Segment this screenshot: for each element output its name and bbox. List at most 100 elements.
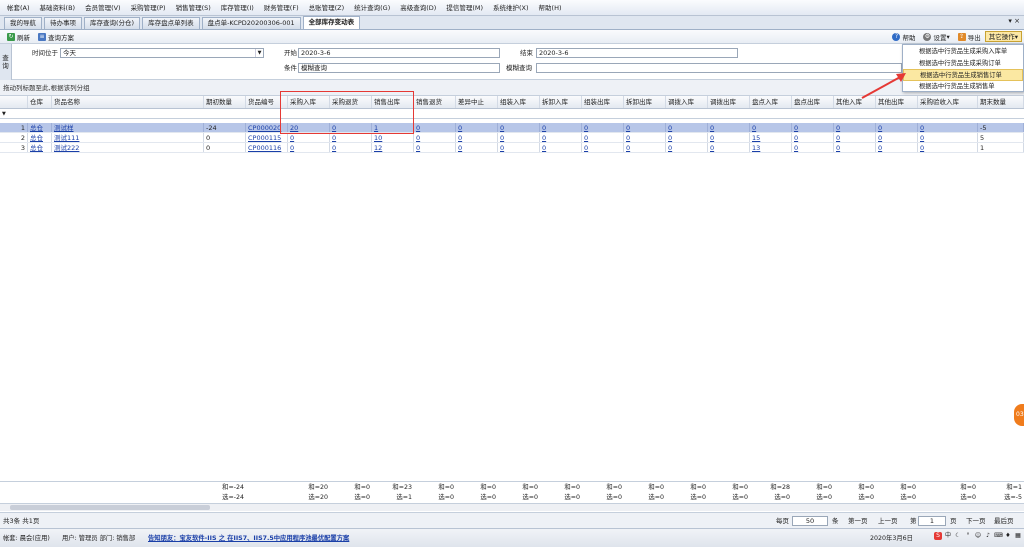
qty-link[interactable]: 0 (416, 144, 420, 152)
cell-variance[interactable]: 0 (456, 133, 498, 142)
menu-statistics[interactable]: 统计查询(G) (349, 0, 395, 16)
cell-assembly-in[interactable]: 0 (498, 133, 540, 142)
qty-link[interactable]: 0 (332, 134, 336, 142)
qty-link[interactable]: 1 (374, 124, 378, 132)
qty-link[interactable]: 0 (710, 134, 714, 142)
cell-transfer-in[interactable]: 0 (666, 133, 708, 142)
cell-stocktake-in[interactable]: 13 (750, 143, 792, 152)
scrollbar-thumb[interactable] (10, 505, 210, 510)
column-header-disassembly-out[interactable]: 拆卸出库 (624, 96, 666, 108)
warehouse-link[interactable]: 总仓 (30, 124, 43, 132)
qty-link[interactable]: 0 (626, 124, 630, 132)
cell-sales-out[interactable]: 12 (372, 143, 414, 152)
cell-purchase-check-in[interactable]: 0 (918, 123, 978, 132)
group-by-hint[interactable]: 拖动列标题至此,根据该列分组 (0, 80, 1024, 96)
column-header-closing-qty[interactable]: 期末数量 (978, 96, 1024, 108)
ime-s-icon[interactable]: S (934, 532, 942, 540)
cell-stocktake-out[interactable]: 0 (792, 143, 834, 152)
cell-disassembly-in[interactable]: 0 (540, 123, 582, 132)
table-row[interactable]: 1 总仓 测试样 -24 CP000020 20 0 1 0 0 0 0 0 0… (0, 123, 1024, 133)
qty-link[interactable]: 0 (332, 124, 336, 132)
next-page-button[interactable]: 下一页 (966, 513, 986, 529)
cell-stocktake-in[interactable]: 15 (750, 133, 792, 142)
cell-disassembly-in[interactable]: 0 (540, 133, 582, 142)
cell-item-code[interactable]: CP000115 (246, 133, 288, 142)
item-code-link[interactable]: CP000115 (248, 134, 281, 142)
qty-link[interactable]: 0 (710, 124, 714, 132)
qty-link[interactable]: 0 (542, 144, 546, 152)
qty-link[interactable]: 0 (584, 134, 588, 142)
menu-system[interactable]: 系统维护(X) (488, 0, 534, 16)
tab-todo[interactable]: 待办事项 (44, 17, 82, 29)
cell-purchase-check-in[interactable]: 0 (918, 133, 978, 142)
cell-transfer-in[interactable]: 0 (666, 123, 708, 132)
qty-link[interactable]: 0 (668, 134, 672, 142)
end-date-input[interactable]: 2020-3-6 (536, 48, 738, 58)
column-header-opening-qty[interactable]: 期初数量 (204, 96, 246, 108)
cell-stocktake-out[interactable]: 0 (792, 123, 834, 132)
qty-link[interactable]: 0 (542, 134, 546, 142)
time-range-select[interactable]: 今天 ▼ (60, 48, 264, 58)
column-header-warehouse[interactable]: 仓库 (28, 96, 52, 108)
column-header-rownum[interactable] (0, 96, 28, 108)
qty-link[interactable]: 0 (836, 124, 840, 132)
start-date-input[interactable]: 2020-3-6 (298, 48, 500, 58)
qty-link[interactable]: 0 (920, 134, 924, 142)
item-name-link[interactable]: 测试222 (54, 144, 79, 152)
qty-link[interactable]: 15 (752, 134, 760, 142)
cell-other-out[interactable]: 0 (876, 133, 918, 142)
menu-help[interactable]: 帮助(H) (534, 0, 567, 16)
chevron-down-icon[interactable]: ▼ (255, 49, 263, 57)
cell-variance[interactable]: 0 (456, 143, 498, 152)
warehouse-link[interactable]: 总仓 (30, 144, 43, 152)
cell-other-out[interactable]: 0 (876, 143, 918, 152)
cell-item-name[interactable]: 测试样 (52, 123, 204, 132)
cell-stocktake-out[interactable]: 0 (792, 133, 834, 142)
keyboard-icon[interactable]: ⌨ (994, 532, 1003, 540)
cell-assembly-out[interactable]: 0 (582, 123, 624, 132)
cell-purchase-return[interactable]: 0 (330, 123, 372, 132)
qty-link[interactable]: 0 (332, 144, 336, 152)
qty-link[interactable]: 0 (500, 144, 504, 152)
mic-icon[interactable]: ♪ (984, 532, 992, 540)
moon-icon[interactable]: ☾ (954, 532, 962, 540)
side-help-bubble[interactable]: 03 (1014, 404, 1024, 426)
menu-ledger[interactable]: 总账管理(Z) (304, 0, 350, 16)
qty-link[interactable]: 0 (878, 134, 882, 142)
column-header-assembly-in[interactable]: 组装入库 (498, 96, 540, 108)
qty-link[interactable]: 0 (584, 144, 588, 152)
cell-item-name[interactable]: 测试111 (52, 133, 204, 142)
menu-finance[interactable]: 财务管理(F) (259, 0, 304, 16)
ime-zh-icon[interactable]: 中 (944, 532, 952, 540)
qty-link[interactable]: 0 (416, 134, 420, 142)
horizontal-scrollbar[interactable] (0, 503, 1024, 511)
cell-item-name[interactable]: 测试222 (52, 143, 204, 152)
qty-link[interactable]: 0 (584, 124, 588, 132)
table-row[interactable]: 3 总仓 测试222 0 CP000116 0 0 12 0 0 0 0 0 0… (0, 143, 1024, 153)
cell-assembly-out[interactable]: 0 (582, 133, 624, 142)
shirt-icon[interactable]: ♦ (1004, 532, 1012, 540)
qty-link[interactable]: 20 (290, 124, 298, 132)
qty-link[interactable]: 0 (668, 144, 672, 152)
qty-link[interactable]: 0 (794, 124, 798, 132)
menu-sms[interactable]: 提信管理(M) (441, 0, 488, 16)
settings-button[interactable]: ⚙ 设置 ▾ (919, 32, 953, 42)
item-name-link[interactable]: 测试样 (54, 124, 74, 132)
prev-page-button[interactable]: 上一页 (878, 513, 898, 529)
qty-link[interactable]: 0 (710, 144, 714, 152)
page-number-input[interactable]: 1 (918, 516, 946, 526)
item-name-link[interactable]: 测试111 (54, 134, 79, 142)
column-header-disassembly-in[interactable]: 拆卸入库 (540, 96, 582, 108)
qty-link[interactable]: 0 (836, 134, 840, 142)
column-header-stocktake-out[interactable]: 盘点出库 (792, 96, 834, 108)
cell-other-in[interactable]: 0 (834, 123, 876, 132)
qty-link[interactable]: 0 (668, 124, 672, 132)
qty-link[interactable]: 13 (752, 144, 760, 152)
item-code-link[interactable]: CP000020 (248, 124, 281, 132)
qty-link[interactable]: 0 (920, 144, 924, 152)
cell-purchase-check-in[interactable]: 0 (918, 143, 978, 152)
cell-purchase-return[interactable]: 0 (330, 133, 372, 142)
cell-other-out[interactable]: 0 (876, 123, 918, 132)
cell-warehouse[interactable]: 总仓 (28, 143, 52, 152)
table-row[interactable]: 2 总仓 测试111 0 CP000115 0 0 10 0 0 0 0 0 0… (0, 133, 1024, 143)
